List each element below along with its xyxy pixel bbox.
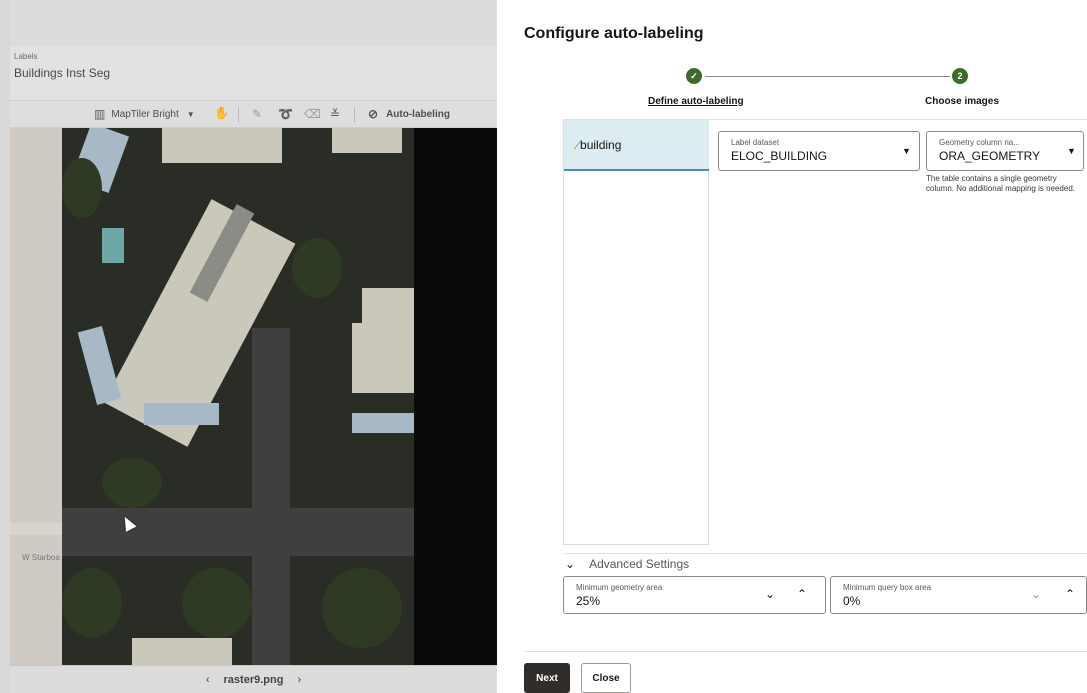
- sliders-icon[interactable]: ≚: [330, 107, 340, 121]
- label-dataset-value: ELOC_BUILDING: [731, 149, 828, 163]
- dialog-title: Configure auto-labeling: [524, 25, 704, 42]
- advanced-settings-toggle[interactable]: ⌄ Advanced Settings: [563, 553, 1087, 573]
- tree-shape: [62, 568, 122, 638]
- raster-image: [62, 128, 414, 665]
- caret-down-icon: ▼: [1067, 146, 1076, 156]
- basemap-label: MapTiler Bright: [111, 108, 179, 120]
- step-choose-label[interactable]: Choose images: [925, 96, 999, 107]
- building-shape: [352, 413, 414, 433]
- label-list: ∕ building: [563, 120, 709, 545]
- next-button[interactable]: Next: [524, 663, 570, 693]
- labels-caption: Labels: [14, 52, 38, 61]
- eraser-icon[interactable]: ⌫: [304, 107, 321, 121]
- pencil-icon[interactable]: ✎: [252, 107, 262, 121]
- auto-labeling-label: Auto-labeling: [386, 108, 450, 120]
- pool-shape: [102, 228, 124, 263]
- next-image-button[interactable]: ›: [297, 674, 301, 686]
- chevron-down-icon: ⌄: [565, 556, 576, 571]
- building-shape: [77, 326, 122, 405]
- map-icon: ▥: [94, 107, 106, 121]
- tree-shape: [182, 568, 252, 638]
- footer-divider: [524, 651, 1087, 652]
- tree-shape: [62, 158, 102, 218]
- building-shape: [132, 638, 232, 665]
- step-define-label[interactable]: Define auto-labeling: [648, 96, 744, 107]
- chevron-down-icon: ▼: [186, 109, 195, 119]
- street-label: W Starboa: [22, 553, 60, 562]
- min-query-box-area-field[interactable]: Minimum query box area 0% ⌄ ⌃: [830, 576, 1087, 614]
- road-shape: [62, 508, 414, 556]
- increment-button[interactable]: ⌃: [1065, 587, 1075, 601]
- label-item-building[interactable]: ∕ building: [564, 120, 709, 171]
- labels-value: Buildings Inst Seg: [14, 66, 111, 80]
- road-shape: [252, 328, 290, 665]
- lasso-icon[interactable]: ➰: [278, 107, 293, 121]
- min-geometry-area-value: 25%: [576, 594, 601, 608]
- basemap-select[interactable]: ▥ MapTiler Bright ▼: [94, 107, 195, 121]
- min-geometry-area-field[interactable]: Minimum geometry area 25% ⌄ ⌃: [563, 576, 826, 614]
- labels-header: Labels Buildings Inst Seg: [10, 46, 497, 100]
- min-query-box-area-value: 0%: [843, 594, 861, 608]
- map-editor-panel: Labels Buildings Inst Seg ▥ MapTiler Bri…: [0, 0, 497, 693]
- geometry-column-value: ORA_GEOMETRY: [939, 149, 1041, 163]
- auto-labeling-button[interactable]: ⊘ Auto-labeling: [368, 107, 450, 121]
- label-dataset-select[interactable]: Label dataset ELOC_BUILDING ▼: [718, 131, 920, 171]
- wizard-stepper: ✓ 2 Define auto-labeling Choose images: [510, 66, 1087, 114]
- tag-icon: ⊘: [368, 107, 379, 121]
- raster-edge: [414, 128, 497, 665]
- step-connector: [705, 76, 950, 77]
- prev-image-button[interactable]: ‹: [206, 674, 210, 686]
- building-shape: [162, 128, 282, 163]
- auto-labeling-dialog: Configure auto-labeling ✓ 2 Define auto-…: [510, 0, 1087, 693]
- hand-icon[interactable]: ✋: [214, 106, 229, 120]
- building-shape: [332, 128, 402, 153]
- step-2-marker[interactable]: 2: [952, 68, 968, 84]
- toolbar-divider: [354, 107, 355, 123]
- geometry-column-label: Geometry column na...: [939, 138, 1020, 147]
- tree-shape: [102, 458, 162, 508]
- label-dataset-label: Label dataset: [731, 138, 780, 147]
- check-icon[interactable]: ✓: [686, 68, 702, 84]
- caret-down-icon: ▼: [902, 146, 911, 156]
- map-toolbar: ▥ MapTiler Bright ▼ ✋ ✎ ➰ ⌫ ≚ ⊘ Auto-lab…: [10, 100, 497, 128]
- tree-shape: [322, 568, 402, 648]
- label-item-text: building: [580, 137, 622, 152]
- image-navigator: ‹ raster9.png ›: [10, 665, 497, 693]
- building-shape: [362, 288, 414, 328]
- geometry-column-select[interactable]: Geometry column na... ORA_GEOMETRY ▼: [926, 131, 1084, 171]
- min-geometry-area-label: Minimum geometry area: [576, 583, 663, 592]
- map-canvas[interactable]: W Starboa: [10, 128, 497, 665]
- geometry-help-text: The table contains a single geometry col…: [926, 174, 1075, 193]
- pencil-icon: ∕: [577, 137, 580, 152]
- building-shape: [144, 403, 219, 425]
- building-shape: [352, 323, 414, 393]
- image-filename: raster9.png: [223, 673, 284, 686]
- top-band: [10, 0, 497, 46]
- min-query-box-area-label: Minimum query box area: [843, 583, 932, 592]
- decrement-button[interactable]: ⌄: [765, 587, 775, 601]
- increment-button[interactable]: ⌃: [797, 587, 807, 601]
- map-street: [10, 523, 70, 535]
- close-button[interactable]: Close: [581, 663, 631, 693]
- tree-shape: [292, 238, 342, 298]
- advanced-settings-label: Advanced Settings: [589, 556, 690, 571]
- toolbar-divider: [238, 107, 239, 123]
- decrement-button[interactable]: ⌄: [1031, 587, 1041, 601]
